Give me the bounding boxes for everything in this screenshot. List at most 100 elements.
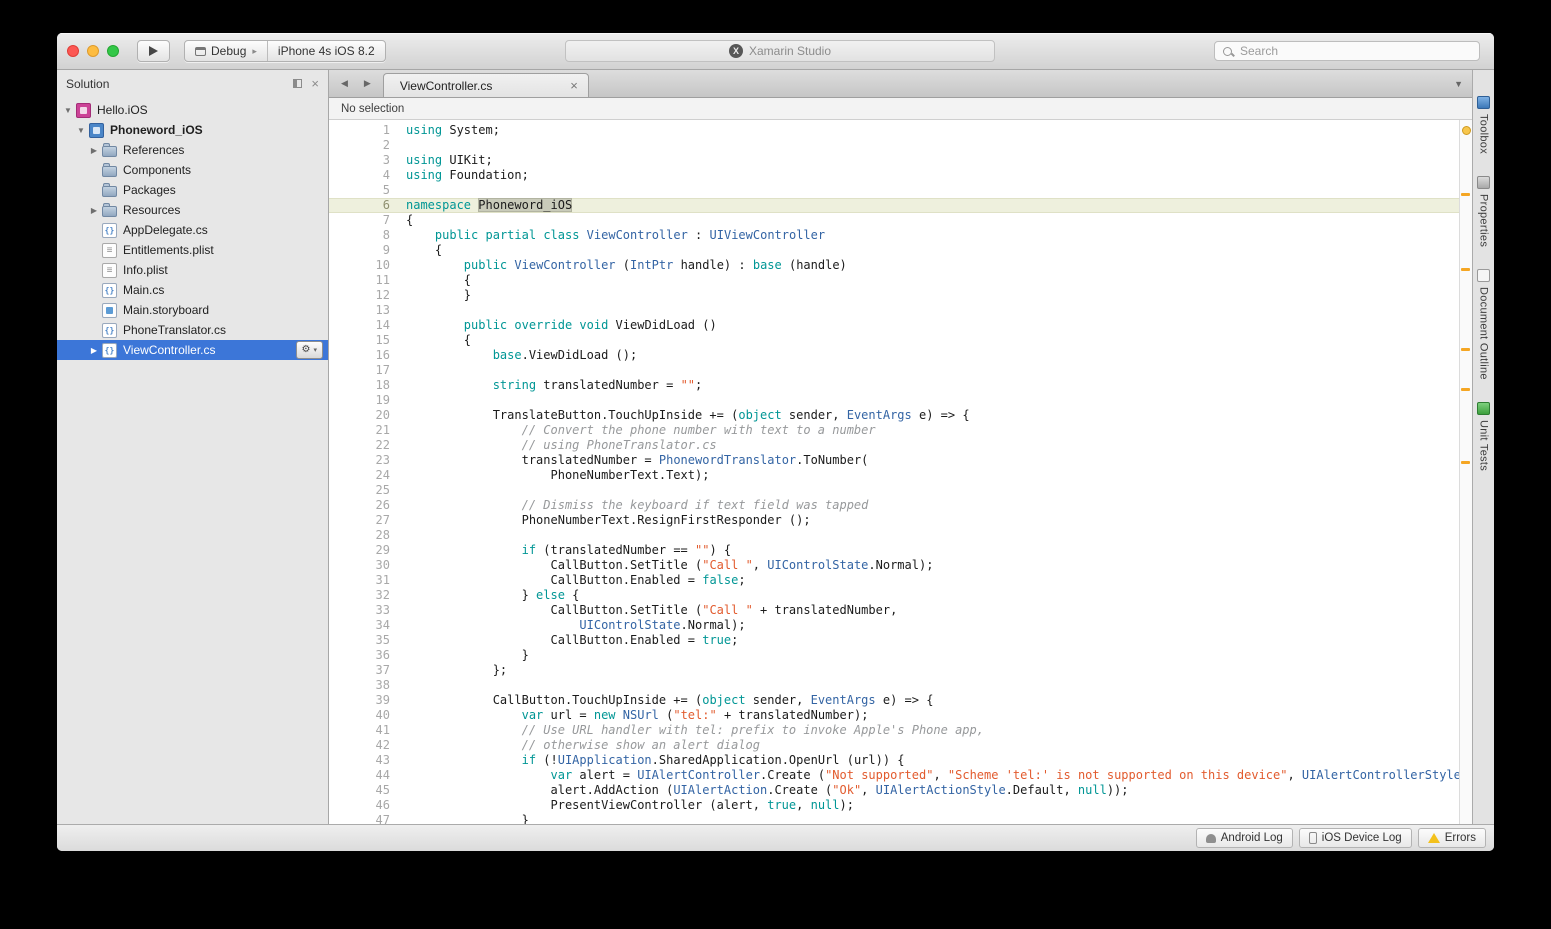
code-line[interactable]: 3using UIKit; bbox=[329, 153, 1459, 168]
line-number[interactable]: 18 bbox=[329, 378, 406, 393]
navigate-back-button[interactable]: ◀ bbox=[341, 78, 348, 89]
code-line[interactable]: 21 // Convert the phone number with text… bbox=[329, 423, 1459, 438]
side-tab-toolbox[interactable]: Toolbox bbox=[1477, 96, 1490, 154]
code-line[interactable]: 9 { bbox=[329, 243, 1459, 258]
search-input[interactable] bbox=[1238, 43, 1471, 59]
code-line[interactable]: 11 { bbox=[329, 273, 1459, 288]
code-line[interactable]: 33 CallButton.SetTitle ("Call " + transl… bbox=[329, 603, 1459, 618]
line-number[interactable]: 41 bbox=[329, 723, 406, 738]
close-window-button[interactable] bbox=[67, 45, 79, 57]
line-number[interactable]: 28 bbox=[329, 528, 406, 543]
tree-item-phoneword-ios[interactable]: ▼Phoneword_iOS bbox=[57, 120, 328, 140]
code-line[interactable]: 13 bbox=[329, 303, 1459, 318]
line-number[interactable]: 23 bbox=[329, 453, 406, 468]
expand-icon[interactable]: ▶ bbox=[89, 146, 99, 155]
code-line[interactable]: 34 UIControlState.Normal); bbox=[329, 618, 1459, 633]
titlebar[interactable]: Debug ▸ iPhone 4s iOS 8.2 X Xamarin Stud… bbox=[57, 33, 1494, 70]
tree-item-main-storyboard[interactable]: Main.storyboard bbox=[57, 300, 328, 320]
close-panel-icon[interactable]: × bbox=[311, 77, 319, 90]
line-number[interactable]: 4 bbox=[329, 168, 406, 183]
line-number[interactable]: 7 bbox=[329, 213, 406, 228]
code-line[interactable]: 17 bbox=[329, 363, 1459, 378]
code-line[interactable]: 24 PhoneNumberText.Text); bbox=[329, 468, 1459, 483]
code-line[interactable]: 29 if (translatedNumber == "") { bbox=[329, 543, 1459, 558]
tree-item-info-plist[interactable]: Info.plist bbox=[57, 260, 328, 280]
line-number[interactable]: 25 bbox=[329, 483, 406, 498]
code-line[interactable]: 47 } bbox=[329, 813, 1459, 824]
tree-item-references[interactable]: ▶References bbox=[57, 140, 328, 160]
code-line[interactable]: 41 // Use URL handler with tel: prefix t… bbox=[329, 723, 1459, 738]
ios-device-log-button[interactable]: iOS Device Log bbox=[1299, 828, 1412, 848]
code-line[interactable]: 43 if (!UIApplication.SharedApplication.… bbox=[329, 753, 1459, 768]
code-line[interactable]: 5 bbox=[329, 183, 1459, 198]
line-number[interactable]: 9 bbox=[329, 243, 406, 258]
line-number[interactable]: 46 bbox=[329, 798, 406, 813]
line-number[interactable]: 1 bbox=[329, 123, 406, 138]
line-number[interactable]: 38 bbox=[329, 678, 406, 693]
code-line[interactable]: 35 CallButton.Enabled = true; bbox=[329, 633, 1459, 648]
code-line[interactable]: 16 base.ViewDidLoad (); bbox=[329, 348, 1459, 363]
errors-button[interactable]: Errors bbox=[1418, 828, 1486, 848]
tab-list-dropdown-icon[interactable]: ▼ bbox=[1454, 79, 1463, 89]
device-selector[interactable]: iPhone 4s iOS 8.2 bbox=[267, 41, 385, 61]
search-field[interactable] bbox=[1214, 41, 1480, 61]
code-line[interactable]: 15 { bbox=[329, 333, 1459, 348]
line-number[interactable]: 42 bbox=[329, 738, 406, 753]
code-line[interactable]: 44 var alert = UIAlertController.Create … bbox=[329, 768, 1459, 783]
code-line[interactable]: 12 } bbox=[329, 288, 1459, 303]
line-number[interactable]: 34 bbox=[329, 618, 406, 633]
expand-icon[interactable]: ▶ bbox=[89, 206, 99, 215]
code-line[interactable]: 42 // otherwise show an alert dialog bbox=[329, 738, 1459, 753]
navigate-forward-button[interactable]: ▶ bbox=[364, 78, 371, 89]
code-line[interactable]: 37 }; bbox=[329, 663, 1459, 678]
tree-item-phonetranslator-cs[interactable]: PhoneTranslator.cs bbox=[57, 320, 328, 340]
line-number[interactable]: 44 bbox=[329, 768, 406, 783]
dock-panel-icon[interactable] bbox=[293, 79, 302, 88]
zoom-window-button[interactable] bbox=[107, 45, 119, 57]
line-number[interactable]: 40 bbox=[329, 708, 406, 723]
line-number[interactable]: 37 bbox=[329, 663, 406, 678]
code-line[interactable]: 22 // using PhoneTranslator.cs bbox=[329, 438, 1459, 453]
collapse-icon[interactable]: ▼ bbox=[63, 106, 73, 115]
code-line[interactable]: 28 bbox=[329, 528, 1459, 543]
code-line[interactable]: 20 TranslateButton.TouchUpInside += (obj… bbox=[329, 408, 1459, 423]
line-number[interactable]: 13 bbox=[329, 303, 406, 318]
code-line[interactable]: 45 alert.AddAction (UIAlertAction.Create… bbox=[329, 783, 1459, 798]
code-line[interactable]: 18 string translatedNumber = ""; bbox=[329, 378, 1459, 393]
code-line[interactable]: 31 CallButton.Enabled = false; bbox=[329, 573, 1459, 588]
expand-icon[interactable]: ▶ bbox=[89, 346, 99, 355]
run-button[interactable] bbox=[137, 40, 170, 62]
code-line[interactable]: 38 bbox=[329, 678, 1459, 693]
code-line[interactable]: 10 public ViewController (IntPtr handle)… bbox=[329, 258, 1459, 273]
code-line[interactable]: 46 PresentViewController (alert, true, n… bbox=[329, 798, 1459, 813]
code-line[interactable]: 32 } else { bbox=[329, 588, 1459, 603]
line-number[interactable]: 21 bbox=[329, 423, 406, 438]
tab-close-icon[interactable]: × bbox=[570, 79, 578, 92]
line-number[interactable]: 20 bbox=[329, 408, 406, 423]
collapse-icon[interactable]: ▼ bbox=[76, 126, 86, 135]
line-number[interactable]: 6 bbox=[329, 198, 406, 213]
line-number[interactable]: 43 bbox=[329, 753, 406, 768]
code-line[interactable]: 40 var url = new NSUrl ("tel:" + transla… bbox=[329, 708, 1459, 723]
line-number[interactable]: 26 bbox=[329, 498, 406, 513]
tree-item-viewcontroller-cs[interactable]: ▶ViewController.cs⚙▾ bbox=[57, 340, 328, 360]
code-line[interactable]: 2 bbox=[329, 138, 1459, 153]
code-line[interactable]: 19 bbox=[329, 393, 1459, 408]
line-number[interactable]: 27 bbox=[329, 513, 406, 528]
line-number[interactable]: 47 bbox=[329, 813, 406, 824]
line-number[interactable]: 35 bbox=[329, 633, 406, 648]
code-editor[interactable]: 1using System;23using UIKit;4using Found… bbox=[329, 120, 1459, 824]
code-line[interactable]: 8 public partial class ViewController : … bbox=[329, 228, 1459, 243]
line-number[interactable]: 5 bbox=[329, 183, 406, 198]
configuration-selector[interactable]: Debug ▸ bbox=[185, 41, 267, 61]
code-line[interactable]: 26 // Dismiss the keyboard if text field… bbox=[329, 498, 1459, 513]
android-log-button[interactable]: Android Log bbox=[1196, 828, 1293, 848]
line-number[interactable]: 24 bbox=[329, 468, 406, 483]
minimize-window-button[interactable] bbox=[87, 45, 99, 57]
line-number[interactable]: 36 bbox=[329, 648, 406, 663]
line-number[interactable]: 10 bbox=[329, 258, 406, 273]
line-number[interactable]: 30 bbox=[329, 558, 406, 573]
code-line[interactable]: 14 public override void ViewDidLoad () bbox=[329, 318, 1459, 333]
tree-item-appdelegate-cs[interactable]: AppDelegate.cs bbox=[57, 220, 328, 240]
tree-item-resources[interactable]: ▶Resources bbox=[57, 200, 328, 220]
